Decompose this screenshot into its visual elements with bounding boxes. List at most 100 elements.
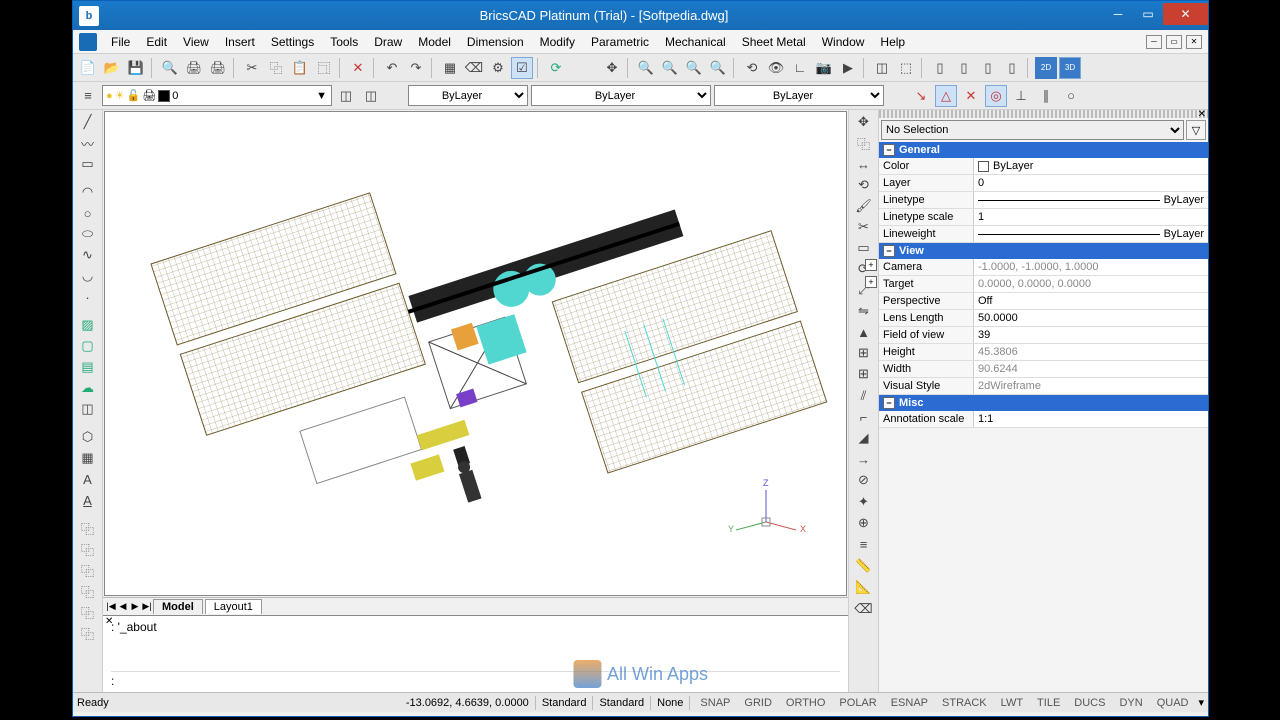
render-icon[interactable]: 📷 [813,57,835,79]
menu-mechanical[interactable]: Mechanical [657,32,734,52]
polygon-icon[interactable]: ⬡ [77,427,99,447]
menu-modify[interactable]: Modify [532,32,583,52]
tab-nav-last[interactable]: ▶| [141,601,153,612]
toggle-ducs[interactable]: DUCS [1070,697,1109,709]
line-icon[interactable]: ╱ [77,112,99,132]
menu-dimension[interactable]: Dimension [459,32,532,52]
prop-lenslength[interactable]: Lens Length50.0000 [879,310,1208,327]
tab-model[interactable]: Model [153,599,203,614]
text-icon[interactable]: A [77,469,99,489]
toggle-grid[interactable]: GRID [740,697,776,709]
group-general[interactable]: −General [879,142,1208,158]
prop-perspective[interactable]: PerspectiveOff [879,293,1208,310]
command-prompt[interactable]: : [111,671,840,688]
zoom-extents-icon[interactable]: 🔍 [635,57,657,79]
command-area[interactable]: ✕ : '_about : [103,615,848,692]
prop-annoscale[interactable]: Annotation scale1:1 [879,411,1208,428]
toggle-lwt[interactable]: LWT [997,697,1027,709]
polyline-icon[interactable]: 〰 [77,133,99,153]
menu-view[interactable]: View [175,32,217,52]
prop-layer[interactable]: Layer0 [879,175,1208,192]
prop-linetype[interactable]: LinetypeByLayer [879,192,1208,209]
region-icon[interactable]: ▤ [77,357,99,377]
mirror2-icon[interactable]: ▲ [853,322,875,342]
extend-icon[interactable]: → [853,449,875,469]
layout3-icon[interactable]: ▯ [977,57,999,79]
selection-dropdown[interactable]: No Selection [881,120,1184,140]
tab-nav-prev[interactable]: ◀ [117,601,129,612]
print-preview-icon[interactable]: 🔍 [159,57,181,79]
toggle-ortho[interactable]: ORTHO [782,697,830,709]
mirror-icon[interactable]: ⇋ [853,301,875,321]
prop-width[interactable]: Width90.6244 [879,361,1208,378]
delete-icon[interactable]: ✕ [347,57,369,79]
redo-icon[interactable]: ↷ [405,57,427,79]
layer-dropdown[interactable]: ●☀🔓🖨 0 ▼ [102,85,332,106]
menu-model[interactable]: Model [410,32,459,52]
prop-visualstyle[interactable]: Visual Style2dWireframe [879,378,1208,395]
cmdline-close-icon[interactable]: ✕ [105,616,113,627]
break-icon[interactable]: ⊘ [853,470,875,490]
ucs-icon[interactable]: ∟ [789,57,811,79]
toggle-strack[interactable]: STRACK [938,697,991,709]
solids-icon[interactable]: ⬚ [895,57,917,79]
array2-icon[interactable]: ⊞ [853,364,875,384]
layout2-icon[interactable]: ▯ [953,57,975,79]
layer-states-icon[interactable]: ◫ [360,85,382,107]
lineweight-dropdown[interactable]: ByLayer [714,85,884,106]
panel-grip[interactable]: ✕ [879,110,1208,118]
print-icon[interactable]: 🖨 [183,57,205,79]
drawing-viewport[interactable]: X Y Z [104,111,847,596]
publish-icon[interactable]: 🖨 [207,57,229,79]
copy2-icon[interactable]: ⿻ [77,518,99,538]
cut-icon[interactable]: ✂ [241,57,263,79]
app-menu-icon[interactable] [79,33,97,51]
view-icon[interactable]: 👁 [765,57,787,79]
zoom-in-icon[interactable]: 🔍 [659,57,681,79]
menu-file[interactable]: File [103,32,138,52]
ellipse-icon[interactable]: ⬭ [77,224,99,244]
properties-icon[interactable]: ☑ [511,57,533,79]
refresh-icon[interactable]: ⟳ [545,57,567,79]
menu-tools[interactable]: Tools [322,32,366,52]
erase-icon[interactable]: ⌫ [463,57,485,79]
menu-insert[interactable]: Insert [217,32,263,52]
point-icon[interactable]: · [77,287,99,307]
tab-nav-first[interactable]: |◀ [105,601,117,612]
align-icon[interactable]: ≡ [853,534,875,554]
toggle-snap[interactable]: SNAP [696,697,734,709]
paste-icon[interactable]: 📋 [289,57,311,79]
prop-color[interactable]: ColorByLayer [879,158,1208,175]
toggle-tile[interactable]: TILE [1033,697,1064,709]
snap-perpendicular-icon[interactable]: ⊥ [1010,85,1032,107]
copy7-icon[interactable]: ⿻ [77,623,99,643]
boundary-icon[interactable]: ▢ [77,336,99,356]
prop-fov[interactable]: Field of view39 [879,327,1208,344]
toggle-esnap[interactable]: ESNAP [887,697,932,709]
group-misc[interactable]: −Misc [879,395,1208,411]
rectangle-icon[interactable]: ▭ [77,154,99,174]
copy6-icon[interactable]: ⿻ [77,602,99,622]
measure-icon[interactable]: 📏 [853,556,875,576]
prop-ltscale[interactable]: Linetype scale1 [879,209,1208,226]
linetype-dropdown[interactable]: ByLayer [531,85,711,106]
copy3-icon[interactable]: ⿻ [77,539,99,559]
stretch-icon[interactable]: ↔ [853,154,875,174]
revcloud-icon[interactable]: ☁ [77,378,99,398]
tab-layout1[interactable]: Layout1 [205,599,262,614]
mdi-minimize-button[interactable]: ─ [1146,35,1162,49]
rotate-icon[interactable]: ⟲ [853,175,875,195]
arc-icon[interactable]: ◠ [77,182,99,202]
menu-parametric[interactable]: Parametric [583,32,657,52]
walkthrough-icon[interactable]: ▶ [837,57,859,79]
prop-lineweight[interactable]: LineweightByLayer [879,226,1208,243]
orbit-icon[interactable]: ⟲ [741,57,763,79]
layer-manager-icon[interactable]: ≡ [77,85,99,107]
layout1-icon[interactable]: ▯ [929,57,951,79]
circle-icon[interactable]: ○ [77,203,99,223]
zoom-out-icon[interactable]: 🔍 [707,57,729,79]
new-icon[interactable]: 📄 [77,57,99,79]
menu-draw[interactable]: Draw [366,32,410,52]
join-icon[interactable]: ⊕ [853,513,875,533]
layer-prev-icon[interactable]: ◫ [335,85,357,107]
